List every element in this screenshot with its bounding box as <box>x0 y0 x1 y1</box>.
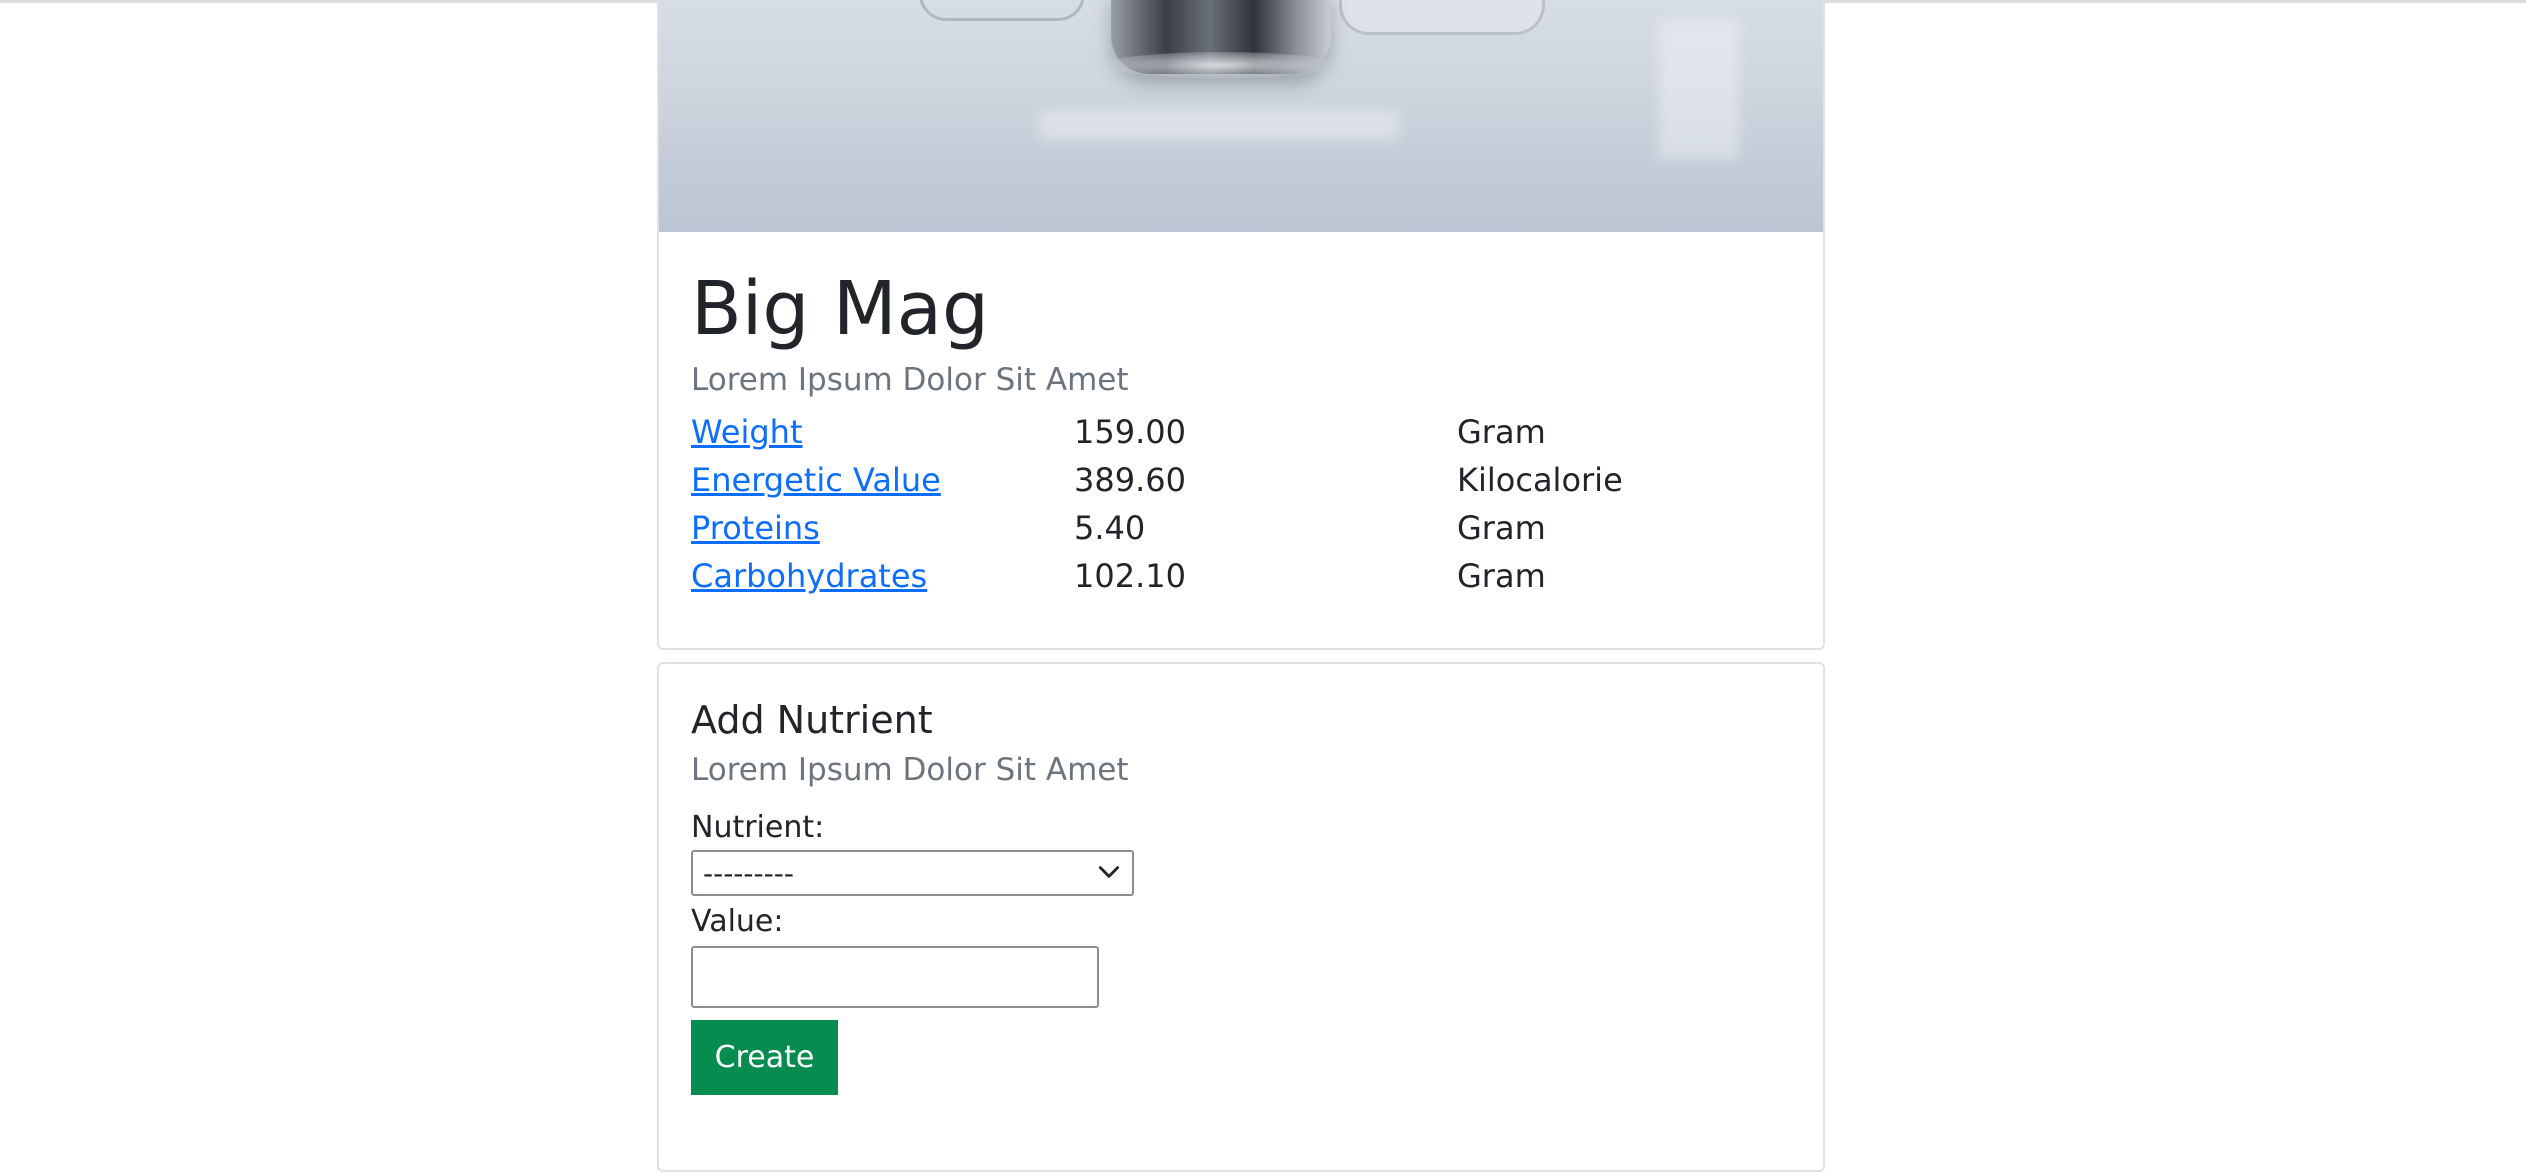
nutrient-value: 5.40 <box>1074 509 1146 547</box>
value-input-label: Value: <box>691 903 784 939</box>
nutrient-select-label: Nutrient: <box>691 809 825 845</box>
nutrient-row: Proteins 5.40 Gram <box>691 504 1791 552</box>
product-title: Big Mag <box>691 266 989 352</box>
nutrient-unit: Kilocalorie <box>1457 461 1623 499</box>
chevron-down-icon <box>1098 865 1120 878</box>
create-button[interactable]: Create <box>691 1019 838 1095</box>
nutrient-list: Weight 159.00 Gram Energetic Value 389.6… <box>691 408 1791 600</box>
nutrient-select[interactable]: --------- <box>691 849 1134 896</box>
nutrient-select-value: --------- <box>703 856 794 890</box>
add-nutrient-subtitle: Lorem Ipsum Dolor Sit Amet <box>691 751 1129 788</box>
value-input[interactable] <box>691 945 1099 1008</box>
product-subtitle: Lorem Ipsum Dolor Sit Amet <box>691 362 1129 398</box>
nutrient-unit: Gram <box>1457 413 1546 451</box>
nutrient-row: Weight 159.00 Gram <box>691 408 1791 456</box>
product-image <box>659 0 1823 232</box>
product-card: Big Mag Lorem Ipsum Dolor Sit Amet Weigh… <box>657 0 1825 650</box>
nutrient-value: 389.60 <box>1074 461 1186 499</box>
page-container: Big Mag Lorem Ipsum Dolor Sit Amet Weigh… <box>657 0 1825 1172</box>
add-nutrient-title: Add Nutrient <box>691 698 933 742</box>
nutrient-link-carbohydrates[interactable]: Carbohydrates <box>691 557 927 595</box>
nutrient-unit: Gram <box>1457 557 1546 595</box>
nutrient-link-proteins[interactable]: Proteins <box>691 509 820 547</box>
glass-right-shape <box>1339 0 1545 35</box>
nutrient-row: Energetic Value 389.60 Kilocalorie <box>691 456 1791 504</box>
add-nutrient-card: Add Nutrient Lorem Ipsum Dolor Sit Amet … <box>657 662 1825 1172</box>
nutrient-link-energetic-value[interactable]: Energetic Value <box>691 461 941 499</box>
glass-left-shape <box>919 0 1085 21</box>
nutrient-value: 102.10 <box>1074 557 1186 595</box>
nutrient-row: Carbohydrates 102.10 Gram <box>691 552 1791 600</box>
nutrient-link-weight[interactable]: Weight <box>691 413 802 451</box>
nutrient-value: 159.00 <box>1074 413 1186 451</box>
nutrient-unit: Gram <box>1457 509 1546 547</box>
product-card-body: Big Mag Lorem Ipsum Dolor Sit Amet Weigh… <box>659 232 1823 600</box>
glass-base-shape <box>1105 52 1337 78</box>
reflection-shape <box>1659 20 1739 160</box>
reflection-shape <box>1039 110 1399 140</box>
